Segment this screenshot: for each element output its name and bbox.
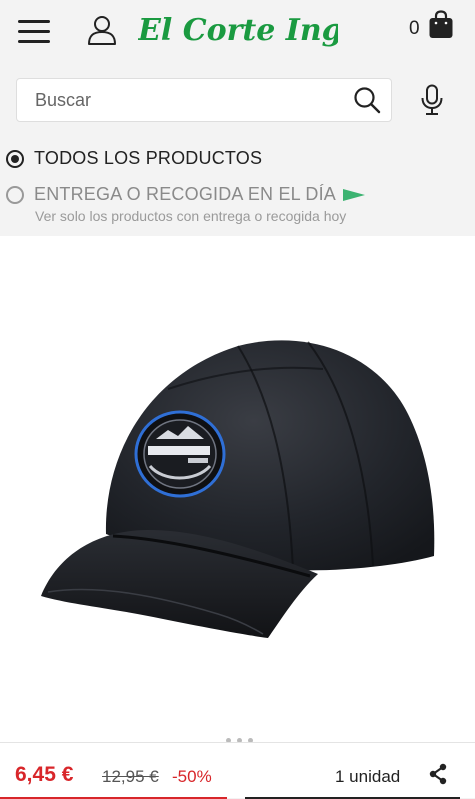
share-icon[interactable] bbox=[428, 763, 448, 785]
search-box bbox=[16, 78, 392, 122]
magnifier-icon[interactable] bbox=[353, 86, 381, 114]
filter-subtext: Ver solo los productos con entrega o rec… bbox=[35, 208, 347, 224]
product-image[interactable] bbox=[38, 334, 438, 644]
delivery-filters: TODOS LOS PRODUCTOS ENTREGA O RECOGIDA E… bbox=[0, 136, 475, 236]
microphone-icon[interactable] bbox=[420, 84, 444, 116]
discount-badge: -50% bbox=[172, 767, 212, 786]
hamburger-menu-icon[interactable] bbox=[18, 20, 50, 44]
filter-all-products[interactable]: TODOS LOS PRODUCTOS bbox=[6, 148, 262, 169]
product-gallery[interactable] bbox=[0, 236, 475, 743]
shopping-bag-icon[interactable] bbox=[428, 10, 454, 40]
top-bar: El Corte Inglés 0 bbox=[0, 0, 475, 62]
purchase-bar: 6,45 € 12,95 € -50% 1 unidad bbox=[0, 742, 475, 799]
search-input[interactable] bbox=[35, 79, 335, 121]
brand-logo[interactable]: El Corte Inglés bbox=[137, 4, 390, 54]
filter-label: TODOS LOS PRODUCTOS bbox=[34, 148, 263, 168]
radio-unselected[interactable] bbox=[6, 185, 24, 204]
brand-logo-text: El Corte Inglés bbox=[138, 13, 338, 48]
user-icon[interactable] bbox=[86, 14, 118, 46]
filter-same-day-delivery[interactable]: ENTREGA O RECOGIDA EN EL DÍA bbox=[6, 184, 366, 205]
quantity-selector[interactable]: 1 unidad bbox=[335, 767, 400, 787]
radio-selected[interactable] bbox=[6, 149, 24, 168]
current-price: 6,45 € bbox=[15, 763, 74, 786]
filter-label: ENTREGA O RECOGIDA EN EL DÍA bbox=[34, 184, 337, 204]
cart-count: 0 bbox=[409, 18, 420, 39]
flag-icon bbox=[343, 188, 366, 201]
original-price: 12,95 € bbox=[102, 767, 159, 786]
